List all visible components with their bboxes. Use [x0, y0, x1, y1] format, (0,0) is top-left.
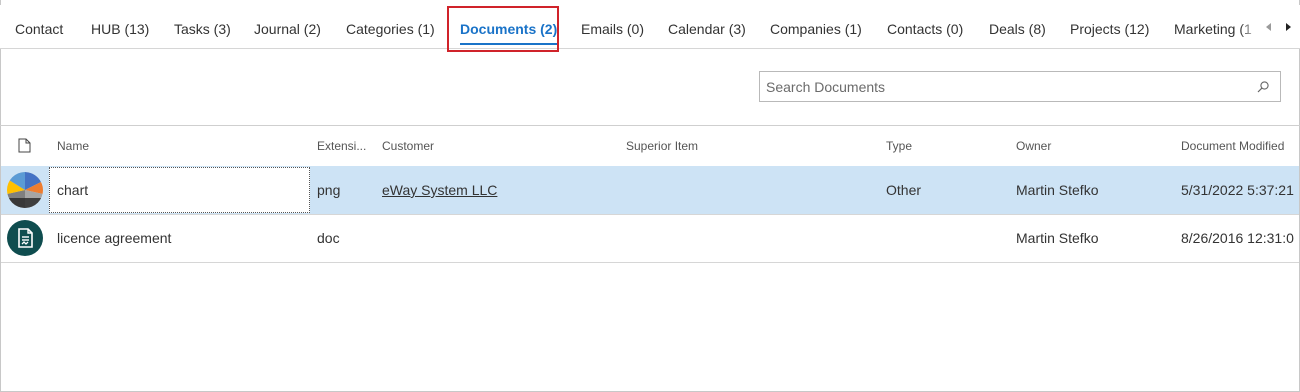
column-header-extension[interactable]: Extensi... [317, 126, 367, 166]
tab-scroll-buttons [1260, 5, 1300, 48]
cell-superior-item [626, 214, 866, 262]
tab-label: Deals (8) [989, 21, 1046, 37]
column-header-customer[interactable]: Customer [382, 126, 582, 166]
cell-extension: doc [317, 230, 340, 246]
column-header-superior-item[interactable]: Superior Item [626, 126, 826, 166]
tab-contact[interactable]: Contact [15, 5, 63, 48]
tab-journal[interactable]: Journal (2) [254, 5, 321, 48]
search-icon[interactable] [1256, 80, 1270, 94]
cell-name: chart [57, 182, 89, 198]
cell-owner: Martin Stefko [1016, 230, 1099, 246]
tab-bar: Contact HUB (13) Tasks (3) Journal (2) C… [0, 5, 1300, 49]
document-icon [18, 138, 31, 153]
cell-customer [382, 214, 612, 262]
scroll-left-icon[interactable] [1266, 23, 1271, 31]
tab-emails[interactable]: Emails (0) [581, 5, 644, 48]
tab-tasks[interactable]: Tasks (3) [174, 5, 231, 48]
tab-label: Emails (0) [581, 21, 645, 37]
cell-document-modified: 8/26/2016 12:31:0 [1181, 230, 1294, 246]
tab-companies[interactable]: Companies (1) [770, 5, 862, 48]
search-input[interactable] [766, 72, 1246, 101]
column-header-name[interactable]: Name [57, 126, 297, 166]
column-header-owner[interactable]: Owner [1016, 126, 1136, 166]
cell-name: licence agreement [57, 230, 172, 246]
column-header-document-modified[interactable]: Document Modified [1181, 126, 1300, 166]
cell-type: Other [886, 182, 922, 198]
cell-superior-item [626, 166, 866, 214]
table-row[interactable]: chart png eWay System LLC Other Martin S… [1, 166, 1299, 215]
tab-label: Companies (1) [770, 21, 862, 37]
tab-categories[interactable]: Categories (1) [346, 5, 435, 48]
cell-extension: png [317, 182, 341, 198]
tab-label: Contacts (0) [887, 21, 964, 37]
chart-thumbnail-icon [7, 172, 43, 208]
active-tab-underline [460, 43, 558, 45]
tab-calendar[interactable]: Calendar (3) [668, 5, 746, 48]
tab-projects[interactable]: Projects (12) [1070, 5, 1149, 48]
cell-type [886, 214, 1006, 262]
table-row[interactable]: licence agreement doc Martin Stefko 8/26… [1, 214, 1299, 263]
tab-label: Categories (1) [346, 21, 435, 37]
customer-link[interactable]: eWay System LLC [382, 166, 612, 214]
cell-document-modified: 5/31/2022 5:37:21 [1181, 182, 1294, 198]
tab-label: Journal (2) [254, 21, 321, 37]
tab-label: Tasks (3) [174, 21, 231, 37]
tab-label: Documents (2) [460, 21, 558, 37]
tab-label: Projects (12) [1070, 21, 1150, 37]
column-header-type[interactable]: Type [886, 126, 986, 166]
tab-hub[interactable]: HUB (13) [91, 5, 149, 48]
document-avatar-icon [7, 220, 43, 256]
scroll-right-icon[interactable] [1286, 23, 1291, 31]
search-box [759, 71, 1281, 102]
tab-label: Calendar (3) [668, 21, 746, 37]
tab-contacts[interactable]: Contacts (0) [887, 5, 963, 48]
tab-overflow-fade [1240, 5, 1260, 48]
tab-label: Contact [15, 21, 64, 37]
tab-label: HUB (13) [91, 21, 150, 37]
cell-owner: Martin Stefko [1016, 182, 1099, 198]
tab-documents[interactable]: Documents (2) [460, 5, 558, 48]
tab-deals[interactable]: Deals (8) [989, 5, 1046, 48]
